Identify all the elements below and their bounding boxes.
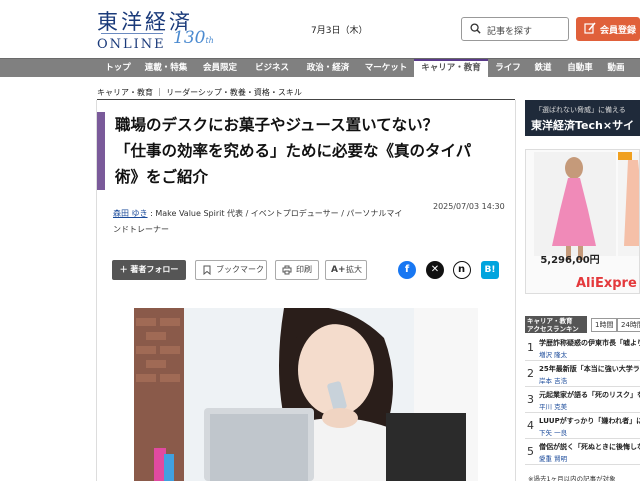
header-date: 7月3日（木） — [311, 26, 368, 36]
main-nav: トップ 連載・特集 会員限定 ビジネス 政治・経済 マーケット キャリア・教育 … — [0, 58, 640, 78]
ranking-headline: LUUPがすっかり「嫌われ者」にな — [539, 417, 640, 425]
x-share-button[interactable]: ✕ — [426, 261, 444, 279]
edit-icon — [584, 22, 596, 34]
ranking-headline: 25年最新版「本当に強い大学ラン — [539, 365, 640, 373]
logo-anniversary-number: 130 — [173, 28, 206, 48]
ad-product-image — [526, 150, 639, 293]
ranking-headline: 僧侶が説く「死ぬときに後悔しな — [539, 443, 640, 451]
ranking-author: 増沢 隆太 — [539, 351, 568, 359]
breadcrumb-divider — [97, 99, 515, 100]
logo-anniversary: 130th — [173, 28, 214, 48]
bookmark-button[interactable]: ブックマーク — [195, 260, 267, 280]
ranking-headline: 元起業家が語る「死のリスク」をも — [539, 391, 640, 399]
member-register-label: 会員登録 — [600, 26, 637, 36]
note-icon: n — [457, 264, 466, 275]
hatena-bookmark-button[interactable]: B! — [481, 261, 499, 279]
hatena-icon: B! — [484, 265, 496, 275]
site-header: 東洋経済 ONLINE 130th 7月3日（木） 記事を探す 会員登録 — [0, 0, 640, 58]
ranking-number: 2 — [527, 367, 534, 380]
print-button[interactable]: 印刷 — [275, 260, 319, 280]
ranking-headline: 学歴詐称疑惑の伊東市長「嘘より — [539, 339, 640, 347]
sidebar-ad[interactable] — [525, 149, 640, 294]
article-author: 森田 ゆき : Make Value Spirit 代表 / イベントプロデュー… — [113, 206, 403, 238]
ranking-item[interactable]: 4 LUUPがすっかり「嫌われ者」にな 下矢 一良 — [525, 415, 640, 439]
print-label: 印刷 — [296, 265, 312, 274]
ad-price: 5,296,00円 — [540, 255, 600, 266]
member-register-button[interactable]: 会員登録 — [576, 17, 640, 41]
search-icon — [470, 23, 481, 34]
ranking-author: 岸本 吉浩 — [539, 377, 568, 385]
ranking-number: 3 — [527, 393, 534, 406]
nav-item-market[interactable]: マーケット — [360, 59, 412, 78]
nav-item-politics[interactable]: 政治・経済 — [300, 59, 356, 78]
nav-item-top[interactable]: トップ — [98, 59, 138, 78]
ranking-author: 下矢 一良 — [539, 429, 568, 437]
article-photo — [134, 308, 478, 481]
nav-item-auto[interactable]: 自動車 — [561, 59, 599, 78]
ranking-number: 5 — [527, 445, 534, 458]
nav-item-life[interactable]: ライフ — [490, 59, 526, 78]
ranking-item[interactable]: 1 学歴詐称疑惑の伊東市長「嘘より 増沢 隆太 — [525, 337, 640, 361]
column-border-right — [515, 100, 516, 481]
ranking-number: 4 — [527, 419, 534, 432]
article-actions: ＋ 著者フォロー ブックマーク 印刷 A+ 拡大 f ✕ n B! — [97, 260, 515, 280]
font-size-icon: A+ — [331, 265, 346, 275]
sidebar-banner[interactable]: 「選ばれない脅威」に備える 東洋経済Tech×サイ — [525, 100, 640, 136]
ranking-item[interactable]: 5 僧侶が説く「死ぬときに後悔しな 愛重 賢明 — [525, 441, 640, 465]
logo-online: ONLINE — [97, 37, 166, 52]
ranking-title: キャリア・教育 アクセスランキング — [525, 316, 587, 341]
breadcrumb[interactable]: キャリア・教育 ｜ リーダーシップ・教養・資格・スキル — [97, 87, 302, 98]
logo-rule — [101, 33, 163, 36]
bookmark-icon — [203, 265, 211, 275]
article-photo-illustration — [134, 308, 478, 481]
article-title-line: 職場のデスクにお菓子やジュース置いてない？ — [115, 116, 439, 134]
ranking-item[interactable]: 2 25年最新版「本当に強い大学ラン 岸本 吉浩 — [525, 363, 640, 387]
search-placeholder: 記事を探す — [487, 27, 533, 37]
nav-item-railway[interactable]: 鉄道 — [528, 59, 558, 78]
logo-anniversary-suffix: th — [205, 36, 214, 45]
note-share-button[interactable]: n — [453, 261, 471, 279]
author-name-link[interactable]: 森田 ゆき — [113, 209, 148, 218]
article-title-line: 術》をご紹介 — [115, 168, 209, 186]
banner-subtitle: 「選ばれない脅威」に備える — [535, 106, 626, 114]
article-title: 職場のデスクにお菓子やジュース置いてない？ 「仕事の効率を究める」ために必要な《… — [97, 112, 512, 190]
site-logo[interactable]: 東洋経済 ONLINE 130th — [97, 6, 217, 54]
banner-title: 東洋経済Tech×サイ — [531, 119, 635, 132]
nav-item-career[interactable]: キャリア・教育 — [414, 59, 488, 78]
nav-item-video[interactable]: 動画 — [601, 59, 631, 78]
nav-item-business[interactable]: ビジネス — [248, 59, 296, 78]
ranking-author: 平川 克美 — [539, 403, 568, 411]
enlarge-text-button[interactable]: A+ 拡大 — [325, 260, 367, 280]
follow-author-button[interactable]: ＋ 著者フォロー — [112, 260, 186, 280]
facebook-icon: f — [404, 264, 410, 275]
ranking-number: 1 — [527, 341, 534, 354]
article-datetime: 2025/07/03 14:30 — [433, 202, 505, 211]
printer-icon — [282, 265, 292, 275]
ranking-title-line: キャリア・教育 — [527, 317, 573, 325]
ranking-header: キャリア・教育 アクセスランキング 1時間 24時間 — [525, 316, 640, 341]
ranking-footnote: ※過去1ヶ月以内の記事が対象 — [528, 475, 616, 481]
bookmark-label: ブックマーク — [216, 265, 264, 274]
facebook-share-button[interactable]: f — [398, 261, 416, 279]
nav-item-members[interactable]: 会員限定 — [196, 59, 244, 78]
ranking-author: 愛重 賢明 — [539, 455, 568, 463]
ranking-item[interactable]: 3 元起業家が語る「死のリスク」をも 平川 克美 — [525, 389, 640, 413]
search-box[interactable]: 記事を探す — [461, 17, 569, 41]
ad-brand: AliExpre — [576, 276, 637, 291]
enlarge-label: 拡大 — [346, 265, 362, 274]
x-icon: ✕ — [430, 264, 440, 275]
ranking-tab-1h[interactable]: 1時間 — [591, 318, 618, 332]
ranking-tab-24h[interactable]: 24時間 — [617, 318, 640, 332]
author-description: : Make Value Spirit 代表 / イベントプロデューサー / パ… — [113, 209, 403, 234]
article-title-line: 「仕事の効率を究める」ために必要な《真のタイパ — [115, 142, 472, 160]
nav-item-series[interactable]: 連載・特集 — [140, 59, 192, 78]
